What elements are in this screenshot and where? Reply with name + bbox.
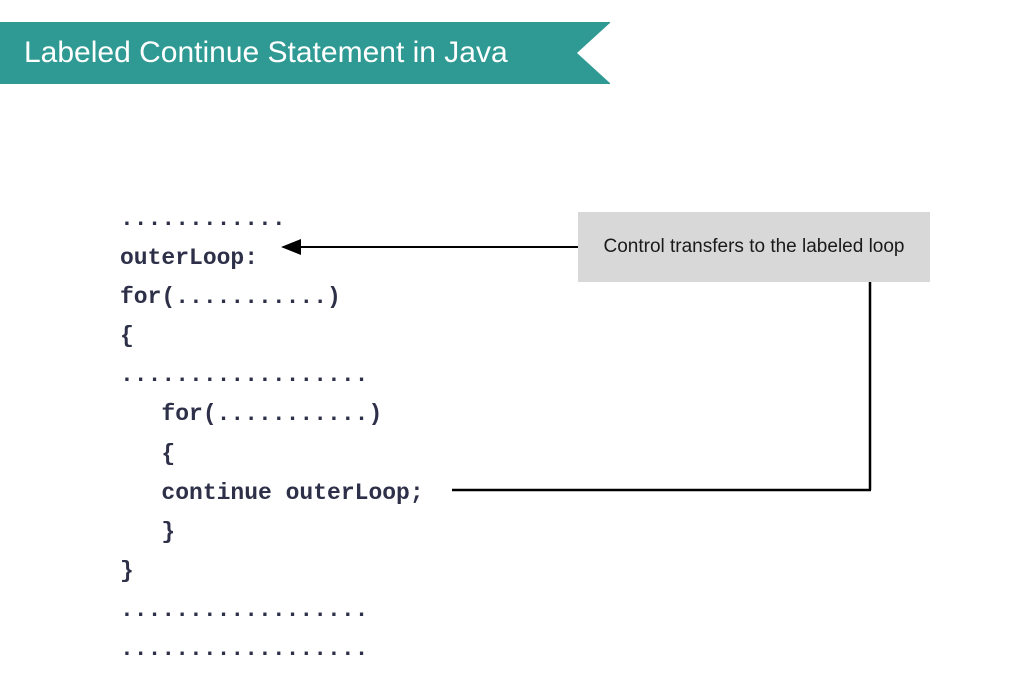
code-line-2: for(...........) [120, 284, 341, 310]
code-line-5: for(...........) [120, 401, 382, 427]
code-line-3: { [120, 323, 134, 349]
banner-notch [577, 22, 611, 84]
banner-title: Labeled Continue Statement in Java [24, 36, 508, 70]
code-line-6: { [120, 441, 175, 467]
code-line-11: .................. [120, 636, 368, 662]
code-line-9: } [120, 558, 134, 584]
code-line-4: .................. [120, 362, 368, 388]
code-line-1: outerLoop: [120, 245, 258, 271]
code-line-7: continue outerLoop; [120, 480, 424, 506]
code-block: ............ outerLoop: for(...........)… [120, 200, 424, 669]
code-line-0: ............ [120, 206, 286, 232]
code-line-10: .................. [120, 597, 368, 623]
annotation-text: Control transfers to the labeled loop [603, 234, 904, 261]
annotation-box: Control transfers to the labeled loop [578, 212, 930, 282]
code-line-8: } [120, 519, 175, 545]
title-banner: Labeled Continue Statement in Java [0, 22, 610, 84]
